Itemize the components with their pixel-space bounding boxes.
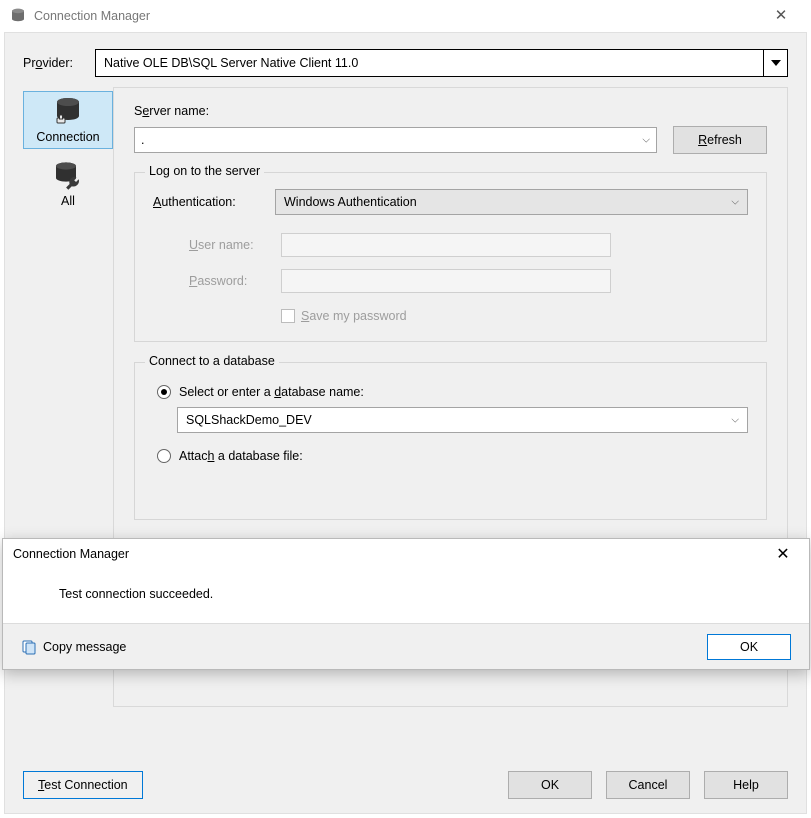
test-connection-button[interactable]: Test Connection xyxy=(23,771,143,799)
database-icon xyxy=(10,8,26,24)
copy-icon xyxy=(21,639,37,655)
dropdown-arrow-icon xyxy=(763,50,787,76)
server-name-combobox[interactable]: . ⌵ xyxy=(134,127,657,153)
password-label: Password: xyxy=(189,274,269,288)
dialog-button-row: Test Connection OK Cancel Help xyxy=(23,771,788,799)
authentication-dropdown[interactable]: Windows Authentication ⌵ xyxy=(275,189,748,215)
provider-value: Native OLE DB\SQL Server Native Client 1… xyxy=(104,56,358,70)
radio-select-database[interactable]: Select or enter a database name: xyxy=(157,385,748,399)
save-password-checkbox: Save my password xyxy=(281,309,748,323)
messagebox-footer: Copy message OK xyxy=(3,623,809,669)
copy-message-button[interactable]: Copy message xyxy=(21,639,126,655)
provider-row: Provider: Native OLE DB\SQL Server Nativ… xyxy=(5,33,806,77)
username-input xyxy=(281,233,611,257)
refresh-button[interactable]: Refresh xyxy=(673,126,767,154)
authentication-value: Windows Authentication xyxy=(284,195,417,209)
username-label: User name: xyxy=(189,238,269,252)
cancel-button[interactable]: Cancel xyxy=(606,771,690,799)
messagebox: Connection Manager ✕ Test connection suc… xyxy=(2,538,810,670)
authentication-label: Authentication: xyxy=(153,195,263,209)
database-name-value: SQLShackDemo_DEV xyxy=(186,413,312,427)
radio-icon xyxy=(157,449,171,463)
logon-group: Log on to the server Authentication: Win… xyxy=(134,172,767,342)
tab-all-label: All xyxy=(61,194,75,208)
chevron-down-icon: ⌵ xyxy=(731,197,739,208)
copy-message-label: Copy message xyxy=(43,640,126,654)
server-name-label: Server name: xyxy=(134,104,767,118)
messagebox-close-button[interactable]: ✕ xyxy=(767,544,799,564)
database-group: Connect to a database Select or enter a … xyxy=(134,362,767,520)
ok-button[interactable]: OK xyxy=(508,771,592,799)
radio-select-database-label: Select or enter a database name: xyxy=(179,385,364,399)
server-name-value: . xyxy=(141,133,144,147)
window-titlebar: Connection Manager ✕ xyxy=(0,0,811,32)
chevron-down-icon: ⌵ xyxy=(731,415,739,426)
provider-dropdown[interactable]: Native OLE DB\SQL Server Native Client 1… xyxy=(95,49,788,77)
help-button[interactable]: Help xyxy=(704,771,788,799)
tab-connection-label: Connection xyxy=(36,130,99,144)
window-title: Connection Manager xyxy=(34,9,761,23)
window-close-button[interactable]: ✕ xyxy=(761,0,801,32)
logon-legend: Log on to the server xyxy=(145,164,264,178)
checkbox-icon xyxy=(281,309,295,323)
messagebox-body: Test connection succeeded. xyxy=(3,569,809,623)
messagebox-titlebar: Connection Manager ✕ xyxy=(3,539,809,569)
dialog-body: Provider: Native OLE DB\SQL Server Nativ… xyxy=(4,32,807,814)
database-wrench-icon xyxy=(52,160,84,192)
radio-attach-file-label: Attach a database file: xyxy=(179,449,303,463)
database-legend: Connect to a database xyxy=(145,354,279,368)
password-input xyxy=(281,269,611,293)
database-name-combobox[interactable]: SQLShackDemo_DEV ⌵ xyxy=(177,407,748,433)
save-password-label: Save my password xyxy=(301,309,407,323)
messagebox-title: Connection Manager xyxy=(13,547,767,561)
provider-label: Provider: xyxy=(23,56,83,70)
radio-icon xyxy=(157,385,171,399)
database-icon xyxy=(52,96,84,128)
chevron-down-icon: ⌵ xyxy=(642,135,650,146)
tab-all[interactable]: All xyxy=(23,155,113,213)
tab-connection[interactable]: Connection xyxy=(23,91,113,149)
radio-attach-file[interactable]: Attach a database file: xyxy=(157,449,748,463)
messagebox-ok-button[interactable]: OK xyxy=(707,634,791,660)
